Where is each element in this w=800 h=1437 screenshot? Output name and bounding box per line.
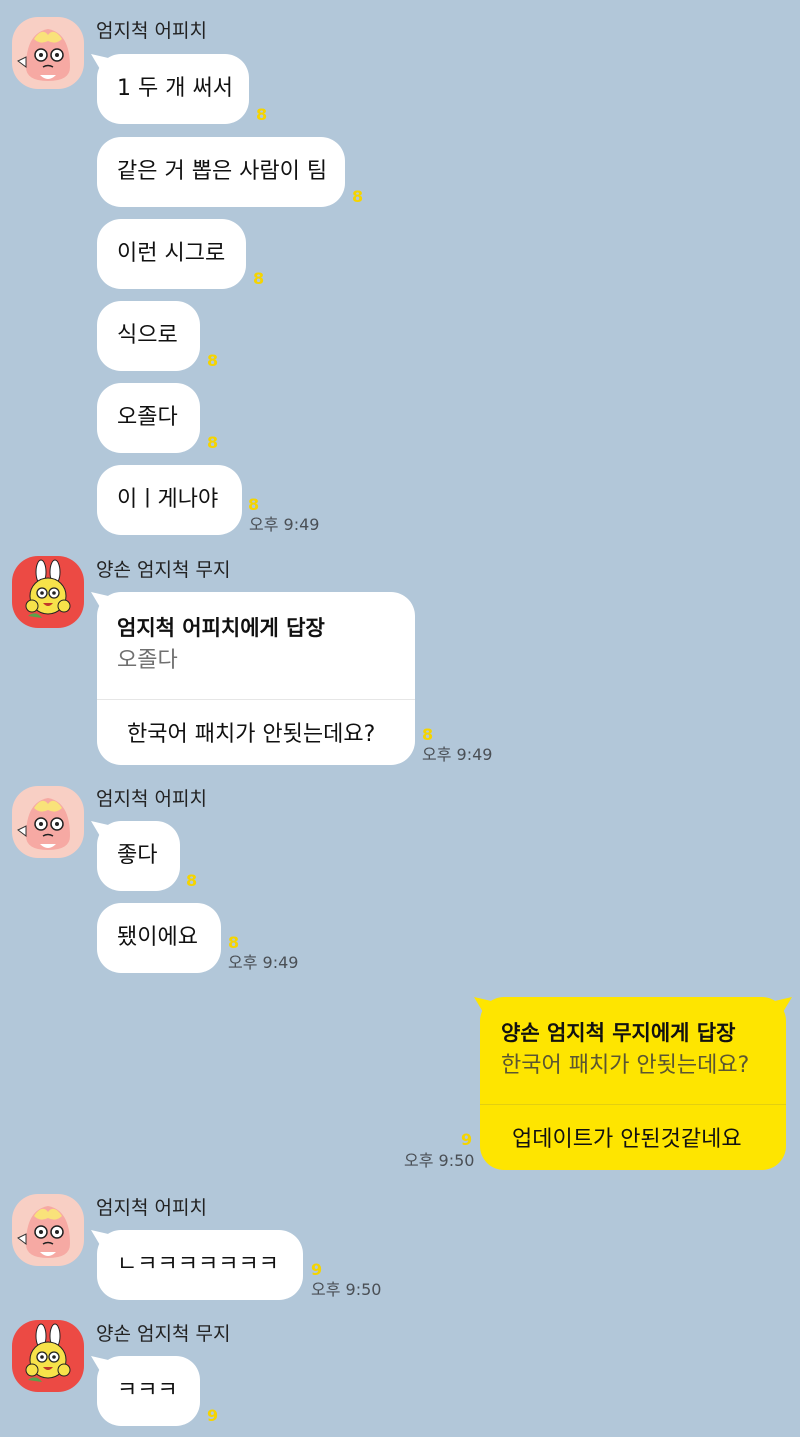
apeach-avatar[interactable] xyxy=(12,1194,84,1266)
message-text: ㅋㅋㅋ xyxy=(117,1378,178,1403)
message-text: 같은 거 뽑은 사람이 팀 xyxy=(117,159,328,184)
unread-count: 8 xyxy=(253,269,265,288)
unread-count: 8 xyxy=(248,495,260,514)
unread-count: 8 xyxy=(422,725,434,744)
sender-name: 엄지척 어피치 xyxy=(96,1197,207,1219)
apeach-character-icon xyxy=(12,17,84,89)
unread-count: 8 xyxy=(207,433,219,452)
message-text: 식으로 xyxy=(117,323,178,348)
message-bubble[interactable]: ㄴㅋㅋㅋㅋㅋㅋㅋ xyxy=(97,1230,303,1300)
unread-count: 9 xyxy=(311,1260,323,1279)
apeach-avatar[interactable] xyxy=(12,17,84,89)
message-time: 오후 9:50 xyxy=(404,1151,475,1170)
reply-quoted-text: 오졸다 xyxy=(117,648,178,673)
reply-title: 엄지척 어피치에게 답장 xyxy=(117,616,325,640)
message-bubble[interactable]: 오졸다 xyxy=(97,383,200,453)
muzi-character-icon xyxy=(12,556,84,628)
unread-count: 9 xyxy=(461,1130,473,1149)
message-bubble[interactable]: 식으로 xyxy=(97,301,200,371)
reply-text: 업데이트가 안된것같네요 xyxy=(512,1127,742,1152)
message-bubble[interactable]: 됐이에요 xyxy=(97,903,221,973)
reply-divider xyxy=(97,699,415,700)
sender-name: 엄지척 어피치 xyxy=(96,20,207,42)
muzi-avatar[interactable] xyxy=(12,556,84,628)
unread-count: 8 xyxy=(352,187,364,206)
reply-title: 양손 엄지척 무지에게 답장 xyxy=(501,1021,736,1045)
apeach-character-icon xyxy=(12,786,84,858)
unread-count: 8 xyxy=(256,105,268,124)
message-bubble[interactable]: 이ㅣ게나야 xyxy=(97,465,242,535)
message-text: 오졸다 xyxy=(117,405,178,430)
message-text: 1 두 개 써서 xyxy=(117,76,233,101)
muzi-avatar[interactable] xyxy=(12,1320,84,1392)
apeach-character-icon xyxy=(12,1194,84,1266)
message-text: 좋다 xyxy=(117,843,158,868)
message-time: 오후 9:49 xyxy=(228,953,299,972)
message-time: 오후 9:49 xyxy=(422,745,493,764)
message-text: 이런 시그로 xyxy=(117,241,226,266)
unread-count: 9 xyxy=(207,1406,219,1425)
unread-count: 8 xyxy=(207,351,219,370)
message-bubble[interactable]: 1 두 개 써서 xyxy=(97,54,249,124)
message-bubble[interactable]: 이런 시그로 xyxy=(97,219,246,289)
message-time: 오후 9:49 xyxy=(249,515,320,534)
unread-count: 8 xyxy=(228,933,240,952)
message-bubble[interactable]: 같은 거 뽑은 사람이 팀 xyxy=(97,137,345,207)
message-text: ㄴㅋㅋㅋㅋㅋㅋㅋ xyxy=(117,1252,279,1277)
reply-text: 한국어 패치가 안됫는데요? xyxy=(127,722,376,747)
unread-count: 8 xyxy=(186,871,198,890)
sender-name: 양손 엄지척 무지 xyxy=(96,559,231,581)
message-time: 오후 9:50 xyxy=(311,1280,382,1299)
reply-divider xyxy=(480,1104,786,1105)
my-reply-message-bubble[interactable]: 양손 엄지척 무지에게 답장 한국어 패치가 안됫는데요? 업데이트가 안된것같… xyxy=(480,997,786,1170)
message-text: 됐이에요 xyxy=(117,925,198,950)
sender-name: 엄지척 어피치 xyxy=(96,788,207,810)
reply-message-bubble[interactable]: 엄지척 어피치에게 답장 오졸다 한국어 패치가 안됫는데요? xyxy=(97,592,415,765)
message-bubble[interactable]: 좋다 xyxy=(97,821,180,891)
sender-name: 양손 엄지척 무지 xyxy=(96,1323,231,1345)
muzi-character-icon xyxy=(12,1320,84,1392)
apeach-avatar[interactable] xyxy=(12,786,84,858)
message-bubble[interactable]: ㅋㅋㅋ xyxy=(97,1356,200,1426)
message-text: 이ㅣ게나야 xyxy=(117,487,219,512)
reply-quoted-text: 한국어 패치가 안됫는데요? xyxy=(501,1053,750,1078)
